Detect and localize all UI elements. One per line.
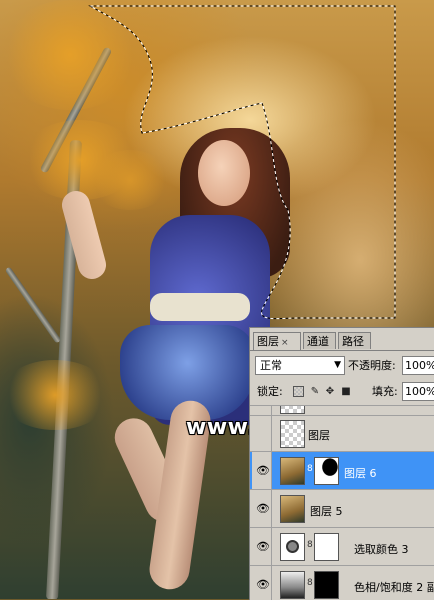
lock-transparent-icon[interactable] [293, 386, 304, 397]
layer-thumbnail [280, 420, 305, 448]
tab-channels-label: 通道 [307, 335, 329, 348]
layer-row-layer-6[interactable]: 👁 8 图层 6 [250, 452, 434, 490]
foliage [90, 150, 170, 210]
opacity-label: 不透明度: [348, 359, 396, 372]
tab-paths[interactable]: 路径 [338, 332, 371, 349]
fill-value: 100% [405, 385, 434, 398]
layer-name: 图层 6 [344, 467, 377, 480]
foliage [0, 0, 140, 110]
dropdown-arrow-icon: ▼ [334, 360, 341, 370]
layer-row[interactable]: 图层 [250, 416, 434, 452]
lock-row: 锁定: ✎ ✥ ■ 填充: 100% [250, 381, 434, 406]
fill-label: 填充: [372, 385, 398, 398]
tree-branch [4, 266, 62, 344]
layer-thumbnail [280, 457, 305, 485]
foliage [0, 360, 110, 430]
chain-icon: 8 [307, 578, 313, 588]
visibility-toggle[interactable] [252, 406, 272, 415]
panel-tabs: 图层 × 通道 路径 [250, 328, 434, 351]
visibility-toggle[interactable] [252, 416, 272, 451]
blend-mode-select[interactable]: 正常 ▼ [255, 356, 345, 375]
fill-input[interactable]: 100% [402, 382, 434, 401]
opacity-input[interactable]: 100% [402, 356, 434, 375]
blend-row: 正常 ▼ 不透明度: 100% [250, 353, 434, 379]
layer-mask-thumbnail[interactable] [314, 533, 339, 561]
lock-paint-icon[interactable]: ✎ [309, 386, 321, 398]
layer-thumbnail [280, 495, 305, 523]
layer-thumbnail [280, 406, 305, 414]
visibility-toggle[interactable]: 👁 [252, 566, 272, 600]
visibility-toggle[interactable]: 👁 [252, 528, 272, 565]
eye-icon: 👁 [256, 540, 270, 553]
layers-panel: 图层 × 通道 路径 正常 ▼ 不透明度: 100% 锁定: ✎ ✥ ■ 填充: … [249, 327, 434, 600]
chain-icon: 8 [307, 540, 313, 550]
layer-row-layer-5[interactable]: 👁 图层 5 [250, 490, 434, 528]
layer-list: 图层 👁 8 图层 6 👁 图层 5 👁 8 选取颜色 3 👁 8 色相/饱和度… [250, 406, 434, 600]
lock-all-icon[interactable]: ■ [340, 386, 352, 398]
tab-paths-label: 路径 [342, 335, 364, 348]
eye-icon: 👁 [256, 578, 270, 591]
visibility-toggle[interactable]: 👁 [252, 490, 272, 527]
visibility-toggle[interactable]: 👁 [252, 452, 272, 489]
tab-layers[interactable]: 图层 × [253, 332, 301, 350]
chain-icon: 8 [307, 464, 313, 474]
close-icon[interactable]: × [281, 338, 289, 348]
layer-name: 图层 [308, 429, 330, 442]
lock-label: 锁定: [257, 385, 283, 398]
adjustment-layer-icon [280, 571, 305, 599]
layer-row-selective-color-3[interactable]: 👁 8 选取颜色 3 [250, 528, 434, 566]
tab-channels[interactable]: 通道 [303, 332, 336, 349]
blend-mode-value: 正常 [260, 359, 282, 372]
layer-name: 色相/饱和度 2 副 [354, 581, 434, 594]
tab-layers-label: 图层 [257, 335, 279, 348]
layer-row[interactable] [250, 406, 434, 416]
layer-name: 图层 5 [310, 505, 343, 518]
layer-mask-thumbnail[interactable] [314, 571, 339, 599]
layer-row-hue-saturation-2-copy[interactable]: 👁 8 色相/饱和度 2 副 [250, 566, 434, 600]
layer-mask-thumbnail[interactable] [314, 457, 339, 485]
eye-icon: 👁 [256, 464, 270, 477]
girl-face [198, 140, 250, 206]
layer-name: 选取颜色 3 [354, 543, 409, 556]
lock-move-icon[interactable]: ✥ [324, 386, 336, 398]
eye-icon: 👁 [256, 502, 270, 515]
adjustment-layer-icon [280, 533, 305, 561]
opacity-value: 100% [405, 359, 434, 372]
girl-belt [150, 293, 250, 321]
